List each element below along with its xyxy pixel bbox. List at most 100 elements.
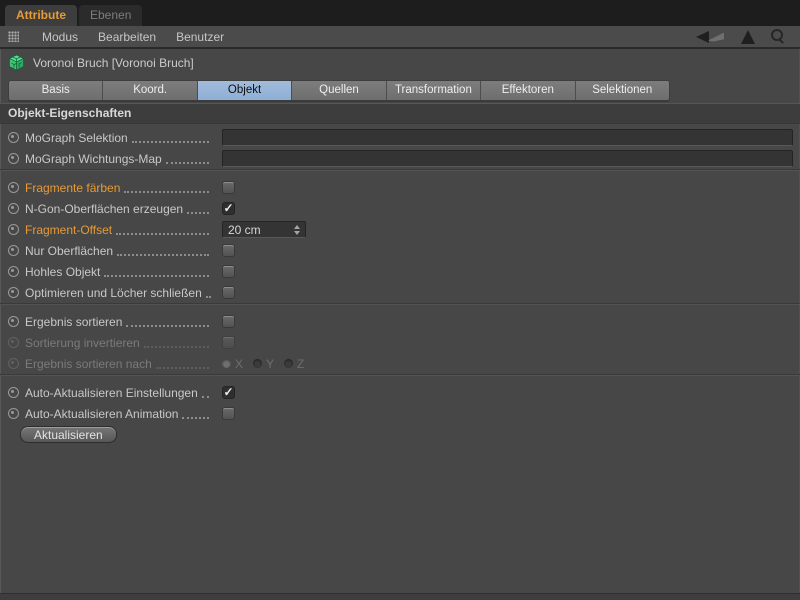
menubar-icons <box>696 29 792 44</box>
mograph-selektion-input[interactable] <box>222 129 793 146</box>
control: ✓ <box>222 282 235 303</box>
property-label: N-Gon-Oberflächen erzeugen <box>25 201 184 216</box>
radio-y <box>253 359 263 368</box>
tab-basis[interactable]: Basis <box>9 81 104 100</box>
property-label: MoGraph Selektion <box>25 130 128 145</box>
label-wrap: Auto-Aktualisieren Animation <box>25 407 213 421</box>
tab-effektoren[interactable]: Effektoren <box>481 81 576 100</box>
keyframe-dot[interactable] <box>8 203 19 214</box>
keyframe-dot[interactable] <box>8 316 19 327</box>
tab-attribute-label: Attribute <box>16 8 66 22</box>
ergebnis-sortieren-checkbox[interactable]: ✓ <box>222 315 235 328</box>
label-wrap: N-Gon-Oberflächen erzeugen <box>25 202 213 216</box>
property-rows: MoGraph Selektion MoGraph Wichtungs-Map <box>0 124 800 445</box>
bottom-edge-bar <box>0 593 800 600</box>
row-fragmente-faerben: Fragmente färben ✓ <box>0 177 800 198</box>
property-label: Nur Oberflächen <box>25 243 114 258</box>
label-wrap: Fragmente färben <box>25 181 213 195</box>
sortierung-invertieren-checkbox: ✓ <box>222 336 235 349</box>
tab-transformation[interactable]: Transformation <box>386 81 482 100</box>
spinner-down-icon[interactable] <box>293 230 300 235</box>
property-label: Auto-Aktualisieren Animation <box>25 406 179 421</box>
keyframe-dot[interactable] <box>8 287 19 298</box>
row-ergebnis-sortieren: Ergebnis sortieren ✓ <box>0 311 800 332</box>
keyframe-dot[interactable] <box>8 387 19 398</box>
forward-arrow-disabled-icon <box>708 32 724 42</box>
keyframe-dot[interactable] <box>8 245 19 256</box>
fragment-offset-input[interactable]: 20 cm <box>223 223 290 237</box>
dotted-leader <box>124 182 209 193</box>
tab-objekt[interactable]: Objekt <box>197 81 293 100</box>
tab-ebenen-label: Ebenen <box>90 8 132 22</box>
segment-row: Basis Koord. Objekt Quellen Transformati… <box>0 76 800 101</box>
spinner-up-icon[interactable] <box>293 224 300 229</box>
keyframe-dot[interactable] <box>8 266 19 277</box>
dotted-leader <box>165 153 209 164</box>
attribute-manager-panel: Attribute Ebenen Modus Bearbeiten Benutz… <box>0 0 800 600</box>
keyframe-dot[interactable] <box>8 153 19 164</box>
auto-aktualisieren-einstellungen-checkbox[interactable]: ✓ <box>222 386 235 399</box>
tab-koord[interactable]: Koord. <box>103 81 198 100</box>
optimieren-loecher-checkbox[interactable]: ✓ <box>222 286 235 299</box>
row-aktualisieren: Aktualisieren <box>0 424 800 445</box>
row-auto-aktualisieren-animation: Auto-Aktualisieren Animation ✓ <box>0 403 800 424</box>
row-fragment-offset: Fragment-Offset 20 cm <box>0 219 800 240</box>
row-mograph-selektion: MoGraph Selektion <box>0 127 800 148</box>
label-wrap: Auto-Aktualisieren Einstellungen <box>25 386 213 400</box>
control: ✓ <box>222 382 235 403</box>
keyframe-dot[interactable] <box>8 224 19 235</box>
control: ✓ <box>222 198 235 219</box>
control: ✓ <box>222 177 235 198</box>
keyframe-dot[interactable] <box>8 182 19 193</box>
hohles-objekt-checkbox[interactable]: ✓ <box>222 265 235 278</box>
voronoi-fracture-icon <box>8 54 25 71</box>
tab-quellen[interactable]: Quellen <box>292 81 387 100</box>
aktualisieren-button[interactable]: Aktualisieren <box>20 426 117 443</box>
drag-grid-icon[interactable] <box>8 31 19 42</box>
row-auto-aktualisieren-einstellungen: Auto-Aktualisieren Einstellungen ✓ <box>0 382 800 403</box>
dotted-leader <box>143 337 209 348</box>
nur-oberflaechen-checkbox[interactable]: ✓ <box>222 244 235 257</box>
dotted-leader <box>187 203 209 214</box>
dotted-leader <box>205 287 209 298</box>
control: ✓ <box>222 332 235 353</box>
up-arrow-icon[interactable] <box>741 29 755 44</box>
dotted-leader <box>126 316 209 327</box>
label-wrap: Ergebnis sortieren <box>25 315 213 329</box>
radio-x-label: X <box>235 356 244 371</box>
menu-benutzer[interactable]: Benutzer <box>166 30 234 44</box>
back-arrow-glyph <box>696 30 709 43</box>
keyframe-dot <box>8 358 19 369</box>
mograph-wichtungs-map-input[interactable] <box>222 150 793 167</box>
search-icon[interactable] <box>770 29 785 44</box>
menubar: Modus Bearbeiten Benutzer <box>0 26 800 49</box>
control: X Y Z <box>222 353 314 374</box>
control: 20 cm <box>222 219 306 240</box>
tab-ebenen[interactable]: Ebenen <box>79 5 143 26</box>
menu-bearbeiten[interactable]: Bearbeiten <box>88 30 166 44</box>
property-label: Optimieren und Löcher schließen <box>25 285 202 300</box>
object-title: Voronoi Bruch [Voronoi Bruch] <box>33 55 194 70</box>
radio-x <box>222 359 231 368</box>
section-objekt-eigenschaften[interactable]: Objekt-Eigenschaften <box>0 103 800 124</box>
dotted-leader <box>117 245 209 256</box>
history-back-icon[interactable] <box>696 30 726 44</box>
menu-modus[interactable]: Modus <box>32 30 88 44</box>
label-wrap: Optimieren und Löcher schließen <box>25 286 213 300</box>
keyframe-dot <box>8 337 19 348</box>
keyframe-dot[interactable] <box>8 132 19 143</box>
tab-selektionen[interactable]: Selektionen <box>575 81 669 100</box>
property-label: Fragmente färben <box>25 180 121 195</box>
row-ergebnis-sortieren-nach: Ergebnis sortieren nach X Y Z <box>0 353 800 374</box>
ngon-oberflaechen-checkbox[interactable]: ✓ <box>222 202 235 215</box>
label-wrap: MoGraph Wichtungs-Map <box>25 152 213 166</box>
keyframe-dot[interactable] <box>8 408 19 419</box>
row-mograph-wichtungs-map: MoGraph Wichtungs-Map <box>0 148 800 169</box>
control: ✓ <box>222 403 235 424</box>
row-nur-oberflaechen: Nur Oberflächen ✓ <box>0 240 800 261</box>
fragmente-faerben-checkbox[interactable]: ✓ <box>222 181 235 194</box>
property-label: MoGraph Wichtungs-Map <box>25 151 162 166</box>
tab-attribute[interactable]: Attribute <box>5 5 77 26</box>
row-hohles-objekt: Hohles Objekt ✓ <box>0 261 800 282</box>
auto-aktualisieren-animation-checkbox[interactable]: ✓ <box>222 407 235 420</box>
